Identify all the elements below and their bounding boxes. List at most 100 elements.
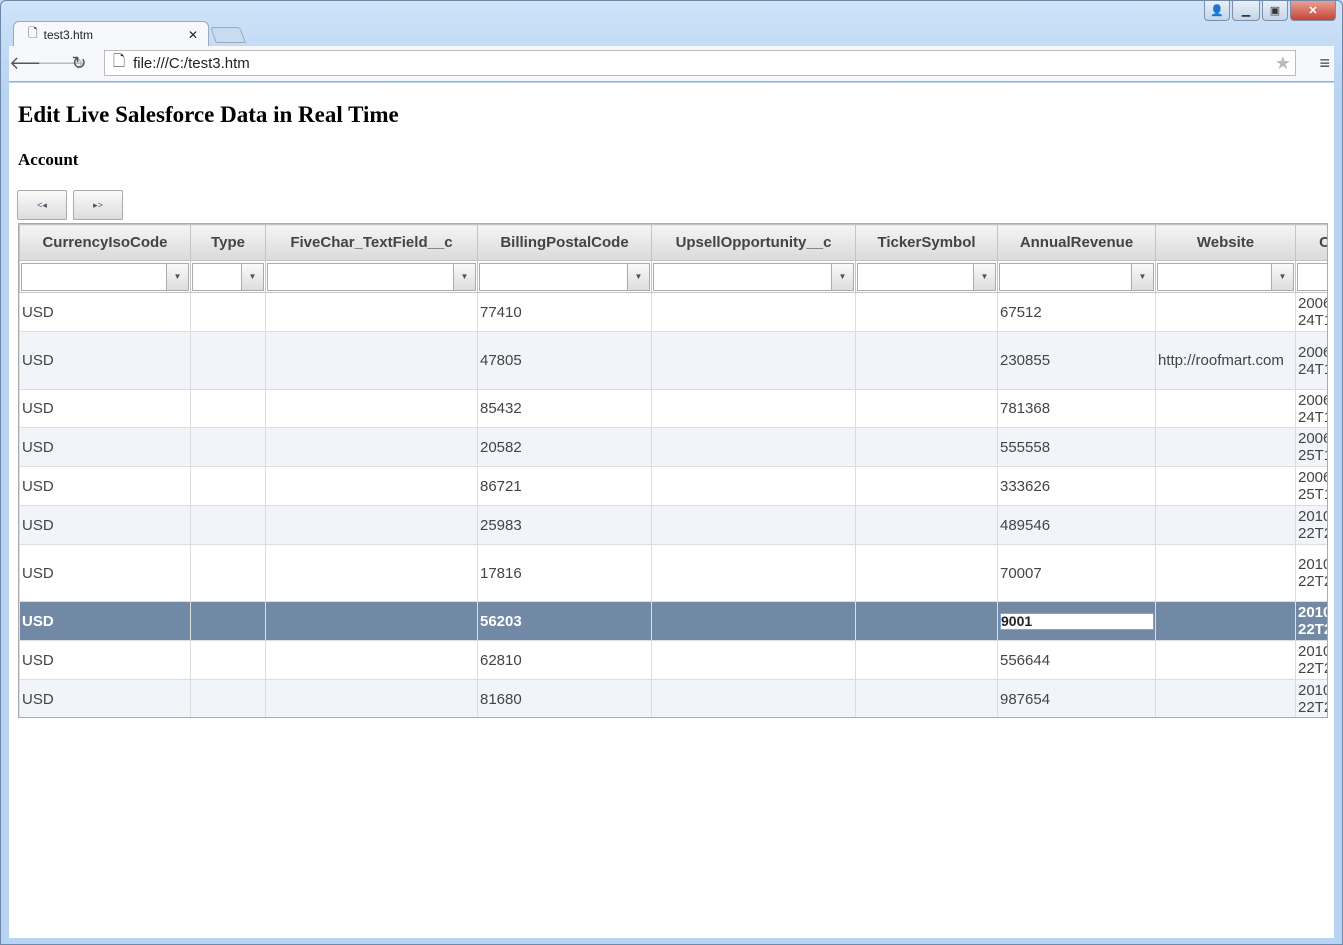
chevron-down-icon[interactable]: ▼: [627, 264, 649, 290]
close-window-button[interactable]: ✕: [1290, 1, 1336, 21]
table-row[interactable]: USD7741067512200624T1: [20, 293, 1329, 332]
browser-tab[interactable]: 🗋 test3.htm ✕: [13, 21, 209, 47]
website-cell[interactable]: [1156, 680, 1296, 719]
column-filter[interactable]: ▼: [479, 263, 650, 291]
annual-revenue-cell[interactable]: 230855: [998, 332, 1156, 390]
fivechar-cell[interactable]: [266, 467, 478, 506]
new-tab-button[interactable]: [210, 27, 246, 43]
fivechar-cell[interactable]: [266, 506, 478, 545]
menu-icon[interactable]: ≡: [1319, 53, 1330, 74]
ticker-cell[interactable]: [856, 428, 998, 467]
upsell-cell[interactable]: [652, 467, 856, 506]
annual-revenue-cell[interactable]: 70007: [998, 545, 1156, 602]
filter-input[interactable]: [654, 264, 831, 290]
postal-code-cell[interactable]: 85432: [478, 390, 652, 428]
filter-input[interactable]: [858, 264, 973, 290]
postal-code-cell[interactable]: 47805: [478, 332, 652, 390]
created-date-cell[interactable]: 200624T1: [1296, 390, 1329, 428]
annual-revenue-cell[interactable]: 556644: [998, 641, 1156, 680]
table-row[interactable]: USD25983489546201022T2: [20, 506, 1329, 545]
column-header[interactable]: CurrencyIsoCode: [20, 225, 191, 261]
table-row[interactable]: USD 47805 230855http://roofmart.com200624T…: [20, 332, 1329, 390]
created-date-cell[interactable]: 200625T1: [1296, 428, 1329, 467]
created-date-cell[interactable]: 201022T2: [1296, 506, 1329, 545]
filter-input[interactable]: [193, 264, 241, 290]
ticker-cell[interactable]: [856, 332, 998, 390]
created-date-cell[interactable]: 201022T2: [1296, 545, 1329, 602]
user-icon[interactable]: 👤: [1204, 1, 1230, 21]
chevron-down-icon[interactable]: ▼: [831, 264, 853, 290]
currency-cell[interactable]: USD: [20, 332, 191, 390]
currency-cell[interactable]: USD: [20, 545, 191, 602]
filter-input[interactable]: [480, 264, 627, 290]
created-date-cell[interactable]: 200624T1: [1296, 293, 1329, 332]
website-cell[interactable]: http://roofmart.com: [1156, 332, 1296, 390]
postal-code-cell[interactable]: 81680: [478, 680, 652, 719]
column-filter[interactable]: ▼: [999, 263, 1154, 291]
column-header[interactable]: Cr: [1296, 225, 1329, 261]
fivechar-cell[interactable]: [266, 390, 478, 428]
upsell-cell[interactable]: [652, 428, 856, 467]
currency-cell[interactable]: USD: [20, 428, 191, 467]
column-header[interactable]: AnnualRevenue: [998, 225, 1156, 261]
table-row[interactable]: USD20582555558200625T1: [20, 428, 1329, 467]
website-cell[interactable]: [1156, 602, 1296, 641]
column-filter[interactable]: ▼: [1157, 263, 1294, 291]
created-date-cell[interactable]: 201022T2: [1296, 602, 1329, 641]
website-cell[interactable]: [1156, 293, 1296, 332]
website-cell[interactable]: [1156, 641, 1296, 680]
prev-page-button[interactable]: <◂: [17, 190, 67, 220]
address-bar[interactable]: 🗋 file:///C:/test3.htm ★: [104, 50, 1296, 76]
type-cell[interactable]: [191, 641, 266, 680]
annual-revenue-cell[interactable]: 489546: [998, 506, 1156, 545]
currency-cell[interactable]: USD: [20, 602, 191, 641]
column-header[interactable]: FiveChar_TextField__c: [266, 225, 478, 261]
postal-code-cell[interactable]: 20582: [478, 428, 652, 467]
next-page-button[interactable]: ▸>: [73, 190, 123, 220]
ticker-cell[interactable]: [856, 390, 998, 428]
postal-code-cell[interactable]: 17816: [478, 545, 652, 602]
fivechar-cell[interactable]: [266, 293, 478, 332]
column-filter[interactable]: ▼: [653, 263, 854, 291]
postal-code-cell[interactable]: 56203: [478, 602, 652, 641]
column-filter[interactable]: ▼: [21, 263, 189, 291]
fivechar-cell[interactable]: [266, 332, 478, 390]
table-row[interactable]: USD81680987654201022T2: [20, 680, 1329, 719]
fivechar-cell[interactable]: [266, 602, 478, 641]
ticker-cell[interactable]: [856, 506, 998, 545]
postal-code-cell[interactable]: 62810: [478, 641, 652, 680]
ticker-cell[interactable]: [856, 545, 998, 602]
ticker-cell[interactable]: [856, 680, 998, 719]
table-row[interactable]: USD 56203 9001 201022T2: [20, 602, 1329, 641]
column-filter[interactable]: ▼: [267, 263, 476, 291]
column-header[interactable]: TickerSymbol: [856, 225, 998, 261]
maximize-button[interactable]: ▣: [1262, 1, 1288, 21]
filter-input[interactable]: [1000, 264, 1131, 290]
url-text[interactable]: file:///C:/test3.htm: [133, 55, 1275, 72]
currency-cell[interactable]: USD: [20, 390, 191, 428]
created-date-cell[interactable]: 201022T2: [1296, 641, 1329, 680]
fivechar-cell[interactable]: [266, 428, 478, 467]
postal-code-cell[interactable]: 77410: [478, 293, 652, 332]
type-cell[interactable]: [191, 680, 266, 719]
currency-cell[interactable]: USD: [20, 467, 191, 506]
annual-revenue-cell[interactable]: 987654: [998, 680, 1156, 719]
website-cell[interactable]: [1156, 390, 1296, 428]
annual-revenue-cell[interactable]: 67512: [998, 293, 1156, 332]
created-date-cell[interactable]: 200625T1: [1296, 467, 1329, 506]
upsell-cell[interactable]: [652, 602, 856, 641]
close-tab-icon[interactable]: ✕: [188, 28, 198, 42]
created-date-cell[interactable]: 200624T1: [1296, 332, 1329, 390]
ticker-cell[interactable]: [856, 602, 998, 641]
annual-revenue-editor[interactable]: 9001: [1000, 613, 1154, 630]
type-cell[interactable]: [191, 390, 266, 428]
table-row[interactable]: USD85432781368200624T1: [20, 390, 1329, 428]
type-cell[interactable]: [191, 332, 266, 390]
table-row[interactable]: USD62810556644201022T2: [20, 641, 1329, 680]
ticker-cell[interactable]: [856, 467, 998, 506]
table-row[interactable]: USD86721333626200625T1: [20, 467, 1329, 506]
postal-code-cell[interactable]: 25983: [478, 506, 652, 545]
upsell-cell[interactable]: [652, 332, 856, 390]
column-header[interactable]: Website: [1156, 225, 1296, 261]
reload-icon[interactable]: ↻: [65, 53, 93, 74]
